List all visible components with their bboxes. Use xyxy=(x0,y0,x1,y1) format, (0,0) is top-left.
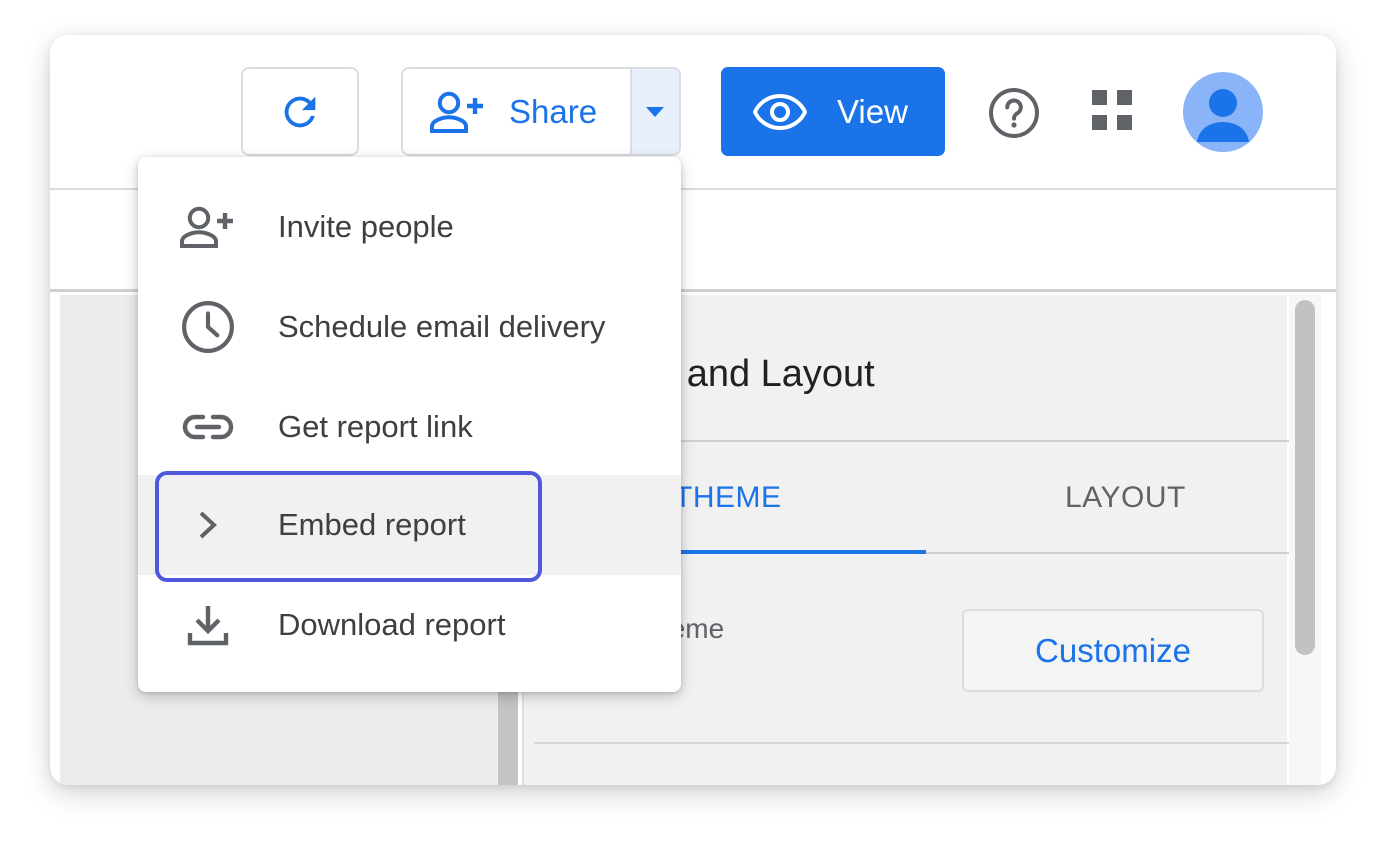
menu-item-label: Invite people xyxy=(278,209,454,244)
divider xyxy=(926,552,1289,554)
eye-icon xyxy=(753,93,807,130)
share-button-label: Share xyxy=(509,92,598,130)
download-icon xyxy=(178,595,238,655)
view-button-label: View xyxy=(837,92,908,130)
share-dropdown-toggle[interactable] xyxy=(629,69,679,154)
link-icon xyxy=(178,397,238,457)
panel-title: e and Layout xyxy=(655,353,875,395)
scrollbar-thumb[interactable] xyxy=(1295,300,1315,655)
menu-item-label: Get report link xyxy=(278,409,473,444)
refresh-button[interactable] xyxy=(241,67,359,156)
customize-button[interactable]: Customize xyxy=(962,609,1264,692)
tab-layout[interactable]: LAYOUT xyxy=(1065,481,1186,515)
embed-report-focus-ring xyxy=(155,471,542,582)
refresh-icon xyxy=(284,96,316,127)
share-button[interactable]: Share xyxy=(403,69,630,154)
user-avatar-icon xyxy=(1197,89,1249,142)
menu-item-get-report-link[interactable]: Get report link xyxy=(138,377,681,477)
account-avatar[interactable] xyxy=(1183,72,1263,152)
menu-item-invite-people[interactable]: Invite people xyxy=(138,177,681,277)
apps-grid-icon[interactable] xyxy=(1092,90,1132,130)
app-window: Share View e and Layout THEME LAYOUT Cus… xyxy=(50,35,1336,785)
help-icon[interactable] xyxy=(988,87,1040,139)
tab-theme[interactable]: THEME xyxy=(674,481,782,515)
person-add-icon xyxy=(178,197,238,257)
clock-icon xyxy=(178,297,238,357)
menu-item-schedule-email[interactable]: Schedule email delivery xyxy=(138,277,681,377)
person-add-icon xyxy=(430,91,483,133)
caret-down-icon xyxy=(646,106,665,117)
share-dropdown-menu: Invite people Schedule email delivery Ge… xyxy=(138,157,681,692)
menu-item-download-report[interactable]: Download report xyxy=(138,575,681,675)
divider xyxy=(534,742,1289,744)
view-button[interactable]: View xyxy=(721,67,945,156)
share-button-group: Share xyxy=(401,67,681,156)
menu-item-label: Schedule email delivery xyxy=(278,309,606,344)
menu-item-label: Download report xyxy=(278,607,506,642)
